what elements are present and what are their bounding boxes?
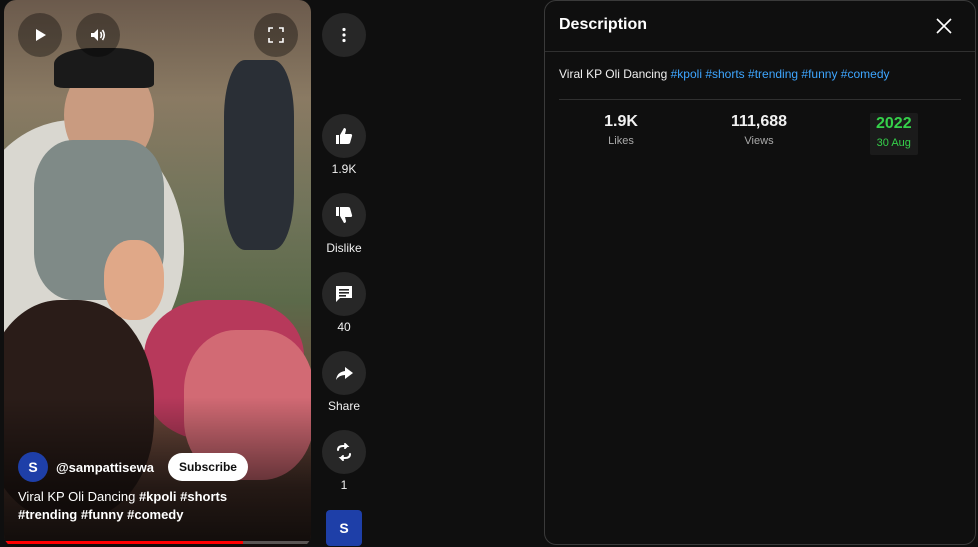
- comment-icon: [336, 286, 352, 302]
- views-label: Views: [744, 135, 774, 147]
- video-title-text: Viral KP Oli Dancing: [18, 489, 136, 504]
- description-panel: Description Viral KP Oli Dancing #kpoli …: [544, 0, 976, 545]
- dislike-button[interactable]: [322, 193, 366, 237]
- shorts-video-player[interactable]: S @sampattisewa Subscribe Viral KP Oli D…: [4, 0, 311, 547]
- hashtag-link[interactable]: #trending: [18, 507, 77, 522]
- panel-header: Description: [545, 1, 975, 52]
- thumb-up-icon: [336, 128, 353, 144]
- channel-logo-icon: S: [28, 459, 38, 475]
- progress-bar[interactable]: [4, 541, 311, 544]
- play-icon: [36, 29, 46, 41]
- hashtag-link[interactable]: #shorts: [180, 489, 227, 504]
- subscribe-button[interactable]: Subscribe: [167, 453, 248, 481]
- video-title: Viral KP Oli Dancing #kpoli #shorts #tre…: [18, 488, 288, 524]
- remix-button[interactable]: [322, 430, 366, 474]
- hashtag-link[interactable]: #funny: [81, 507, 124, 522]
- progress-fill: [4, 541, 244, 544]
- views-value: 111,688: [730, 113, 788, 130]
- description-text: Viral KP Oli Dancing #kpoli #shorts #tre…: [559, 67, 890, 81]
- views-stat: 111,688 Views: [709, 113, 809, 147]
- hashtag-link[interactable]: #funny: [801, 67, 837, 81]
- likes-value: 1.9K: [604, 113, 638, 130]
- publish-year: 2022: [876, 115, 912, 132]
- share-button[interactable]: [322, 351, 366, 395]
- close-icon: [936, 18, 952, 34]
- hashtag-link[interactable]: #kpoli: [139, 489, 177, 504]
- volume-button[interactable]: [76, 13, 120, 57]
- divider: [559, 99, 961, 100]
- panel-title: Description: [559, 16, 648, 33]
- channel-thumbnail[interactable]: S: [326, 510, 362, 546]
- comments-button[interactable]: [322, 272, 366, 316]
- hashtag-link[interactable]: #shorts: [705, 67, 744, 81]
- fullscreen-icon: [268, 27, 284, 43]
- thumb-down-icon: [336, 207, 353, 223]
- more-options-button[interactable]: [322, 13, 366, 57]
- hashtag-link[interactable]: #comedy: [841, 67, 890, 81]
- like-button[interactable]: [322, 114, 366, 158]
- volume-icon: [91, 29, 106, 41]
- more-vert-icon: [342, 27, 346, 43]
- remix-icon: [337, 443, 351, 461]
- publish-date-stat: 2022 30 Aug: [870, 113, 918, 155]
- hashtag-link[interactable]: #kpoli: [671, 67, 702, 81]
- comment-count: 40: [337, 320, 351, 334]
- play-button[interactable]: [18, 13, 62, 57]
- channel-logo-icon: S: [339, 520, 349, 536]
- dislike-label: Dislike: [326, 241, 362, 255]
- fullscreen-button[interactable]: [254, 13, 298, 57]
- close-button[interactable]: [933, 15, 955, 37]
- like-count: 1.9K: [331, 162, 357, 176]
- channel-row: S @sampattisewa Subscribe: [18, 452, 248, 482]
- share-icon: [336, 367, 353, 380]
- share-label: Share: [327, 399, 361, 413]
- description-plain: Viral KP Oli Dancing: [559, 67, 668, 81]
- publish-date: 30 Aug: [876, 137, 911, 149]
- likes-label: Likes: [608, 135, 634, 147]
- remix-count: 1: [340, 478, 348, 492]
- hashtag-link[interactable]: #trending: [748, 67, 798, 81]
- hashtag-link[interactable]: #comedy: [127, 507, 183, 522]
- channel-avatar[interactable]: S: [18, 452, 48, 482]
- likes-stat: 1.9K Likes: [591, 113, 651, 147]
- channel-name[interactable]: @sampattisewa: [56, 460, 154, 475]
